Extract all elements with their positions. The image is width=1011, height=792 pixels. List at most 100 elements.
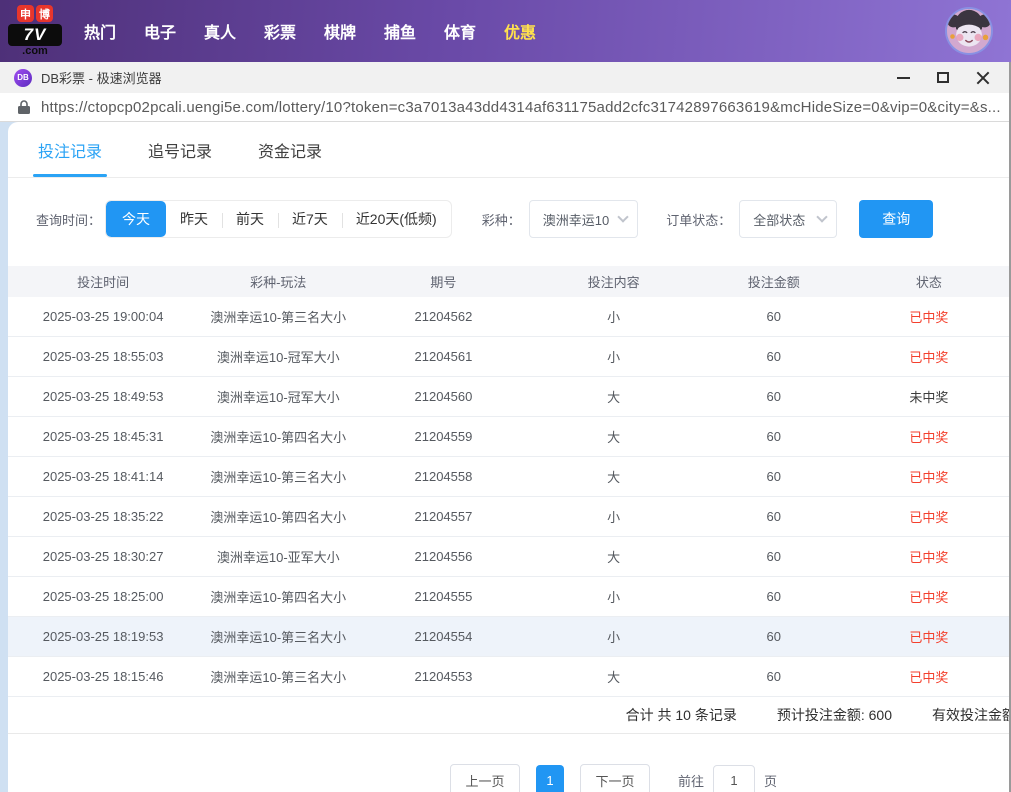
cell-issue-number: 21204557 xyxy=(414,509,473,524)
lottery-select[interactable]: 澳洲幸运10 xyxy=(528,200,639,238)
cell-bet-time: 2025-03-25 18:19:53 xyxy=(42,629,164,644)
cell-bet-content: 大 xyxy=(607,430,621,445)
cell-lottery-play: 澳洲幸运10-亚军大小 xyxy=(216,550,340,565)
cell-bet-content: 大 xyxy=(607,670,621,685)
cell-issue-number: 21204561 xyxy=(414,349,473,364)
time-option-yesterday[interactable]: 昨天 xyxy=(166,201,222,237)
minimize-button[interactable] xyxy=(883,62,923,93)
logo-suffix-text: .com xyxy=(22,45,48,57)
cell-lottery-play: 澳洲幸运10-第三名大小 xyxy=(210,630,347,645)
cell-issue-number: 21204559 xyxy=(414,429,473,444)
tab-chase-records[interactable]: 追号记录 xyxy=(148,122,212,177)
cell-bet-amount: 60 xyxy=(766,309,781,324)
pagination: 上一页 1 下一页 前往 页 xyxy=(113,764,1009,792)
logo-badge-left: 申 xyxy=(17,5,34,22)
cell-bet-content: 大 xyxy=(607,550,621,565)
close-icon xyxy=(976,71,990,85)
goto-page-group: 前往 页 xyxy=(677,764,778,792)
nav-item-live[interactable]: 真人 xyxy=(204,19,236,43)
summary-bar: 合计 共 10 条记录 预计投注金额: 600 有效投注金额 xyxy=(8,697,1009,734)
status-badge: 已中奖 xyxy=(909,630,949,645)
table-row: 2025-03-25 19:00:04 澳洲幸运10-第三名大小 2120456… xyxy=(8,297,1009,337)
status-badge: 已中奖 xyxy=(909,430,949,445)
nav-item-lottery[interactable]: 彩票 xyxy=(264,19,296,43)
header-status: 状态 xyxy=(915,275,942,290)
table-body: 2025-03-25 19:00:04 澳洲幸运10-第三名大小 2120456… xyxy=(8,297,1009,697)
maximize-button[interactable] xyxy=(923,62,963,93)
cell-issue-number: 21204556 xyxy=(414,549,473,564)
cell-bet-amount: 60 xyxy=(766,429,781,444)
header-bet-time: 投注时间 xyxy=(77,275,130,290)
tab-fund-records[interactable]: 资金记录 xyxy=(258,122,322,177)
table-row: 2025-03-25 18:19:53 澳洲幸运10-第三名大小 2120455… xyxy=(8,617,1009,657)
time-option-today[interactable]: 今天 xyxy=(106,201,167,237)
search-button[interactable]: 查询 xyxy=(859,200,934,238)
nav-item-sports[interactable]: 体育 xyxy=(444,19,476,43)
lottery-filter-label: 彩种： xyxy=(481,212,521,228)
site-logo[interactable]: 申 博 7V .com xyxy=(8,5,62,57)
bet-records-table: 投注时间 彩种-玩法 期号 投注内容 投注金额 状态 2025-03-25 19… xyxy=(8,266,1009,697)
table-row: 2025-03-25 18:15:46 澳洲幸运10-第三名大小 2120455… xyxy=(8,657,1009,697)
current-page-button[interactable]: 1 xyxy=(535,764,564,792)
url-bar[interactable]: https://ctopcp02pcali.uengi5e.com/lotter… xyxy=(0,93,1009,122)
cell-bet-amount: 60 xyxy=(766,469,781,484)
cell-bet-content: 小 xyxy=(607,350,621,365)
time-range-group: 今天 昨天 前天 近7天 近20天(低频) xyxy=(105,200,452,238)
time-option-20days[interactable]: 近20天(低频) xyxy=(341,201,451,237)
summary-expected-amount: 预计投注金额: 600 xyxy=(776,707,892,723)
chevron-down-icon xyxy=(816,211,828,223)
status-badge: 已中奖 xyxy=(909,310,949,325)
cell-issue-number: 21204553 xyxy=(414,669,473,684)
lock-icon xyxy=(18,100,30,114)
time-option-day-before[interactable]: 前天 xyxy=(222,201,278,237)
cell-bet-amount: 60 xyxy=(766,549,781,564)
cell-bet-time: 2025-03-25 18:35:22 xyxy=(42,509,164,524)
browser-titlebar: DB DB彩票 - 极速浏览器 xyxy=(0,62,1009,93)
cell-bet-content: 小 xyxy=(607,310,621,325)
prev-page-button[interactable]: 上一页 xyxy=(449,764,520,792)
logo-badges: 申 博 xyxy=(8,5,62,22)
status-badge: 已中奖 xyxy=(909,510,949,525)
cell-issue-number: 21204562 xyxy=(414,309,473,324)
cell-bet-content: 小 xyxy=(607,630,621,645)
next-page-button[interactable]: 下一页 xyxy=(579,764,650,792)
cell-lottery-play: 澳洲幸运10-第三名大小 xyxy=(210,310,347,325)
nav-item-chess[interactable]: 棋牌 xyxy=(324,19,356,43)
table-row: 2025-03-25 18:25:00 澳洲幸运10-第四名大小 2120455… xyxy=(8,577,1009,617)
goto-suffix: 页 xyxy=(764,773,778,789)
cell-bet-content: 大 xyxy=(607,390,621,405)
cell-bet-time: 2025-03-25 19:00:04 xyxy=(42,309,164,324)
cell-issue-number: 21204560 xyxy=(414,389,473,404)
header-bet-content: 投注内容 xyxy=(587,275,640,290)
user-avatar[interactable] xyxy=(945,7,993,55)
nav-item-electronic[interactable]: 电子 xyxy=(144,19,176,43)
url-text[interactable]: https://ctopcp02pcali.uengi5e.com/lotter… xyxy=(41,99,1001,116)
status-badge: 已中奖 xyxy=(909,470,949,485)
cell-bet-amount: 60 xyxy=(766,509,781,524)
cell-bet-time: 2025-03-25 18:30:27 xyxy=(42,549,164,564)
cell-lottery-play: 澳洲幸运10-第四名大小 xyxy=(210,590,347,605)
nav-item-fishing[interactable]: 捕鱼 xyxy=(384,19,416,43)
nav-item-promo[interactable]: 优惠 xyxy=(504,19,536,43)
header-bet-amount: 投注金额 xyxy=(747,275,800,290)
status-badge: 已中奖 xyxy=(909,590,949,605)
order-status-select[interactable]: 全部状态 xyxy=(739,200,838,238)
cell-lottery-play: 澳洲幸运10-第三名大小 xyxy=(210,670,347,685)
browser-window: DB DB彩票 - 极速浏览器 https://ctopcp02pcali.ue… xyxy=(0,62,1011,792)
site-nav: 申 博 7V .com 热门 电子 真人 彩票 棋牌 捕鱼 体育 优惠 xyxy=(0,0,1011,62)
cell-lottery-play: 澳洲幸运10-第四名大小 xyxy=(210,510,347,525)
header-lottery-play: 彩种-玩法 xyxy=(250,275,307,290)
nav-item-hot[interactable]: 热门 xyxy=(84,19,116,43)
goto-page-input[interactable] xyxy=(713,764,755,792)
time-option-7days[interactable]: 近7天 xyxy=(278,201,342,237)
table-row: 2025-03-25 18:55:03 澳洲幸运10-冠军大小 21204561… xyxy=(8,337,1009,377)
cell-bet-time: 2025-03-25 18:25:00 xyxy=(42,589,164,604)
cell-bet-amount: 60 xyxy=(766,629,781,644)
maximize-icon xyxy=(937,72,949,83)
time-filter-label: 查询时间： xyxy=(36,212,102,228)
cell-issue-number: 21204554 xyxy=(414,629,473,644)
close-button[interactable] xyxy=(963,62,1003,93)
tab-bet-records[interactable]: 投注记录 xyxy=(32,122,108,177)
cell-bet-amount: 60 xyxy=(766,349,781,364)
goto-label: 前往 xyxy=(677,773,704,789)
